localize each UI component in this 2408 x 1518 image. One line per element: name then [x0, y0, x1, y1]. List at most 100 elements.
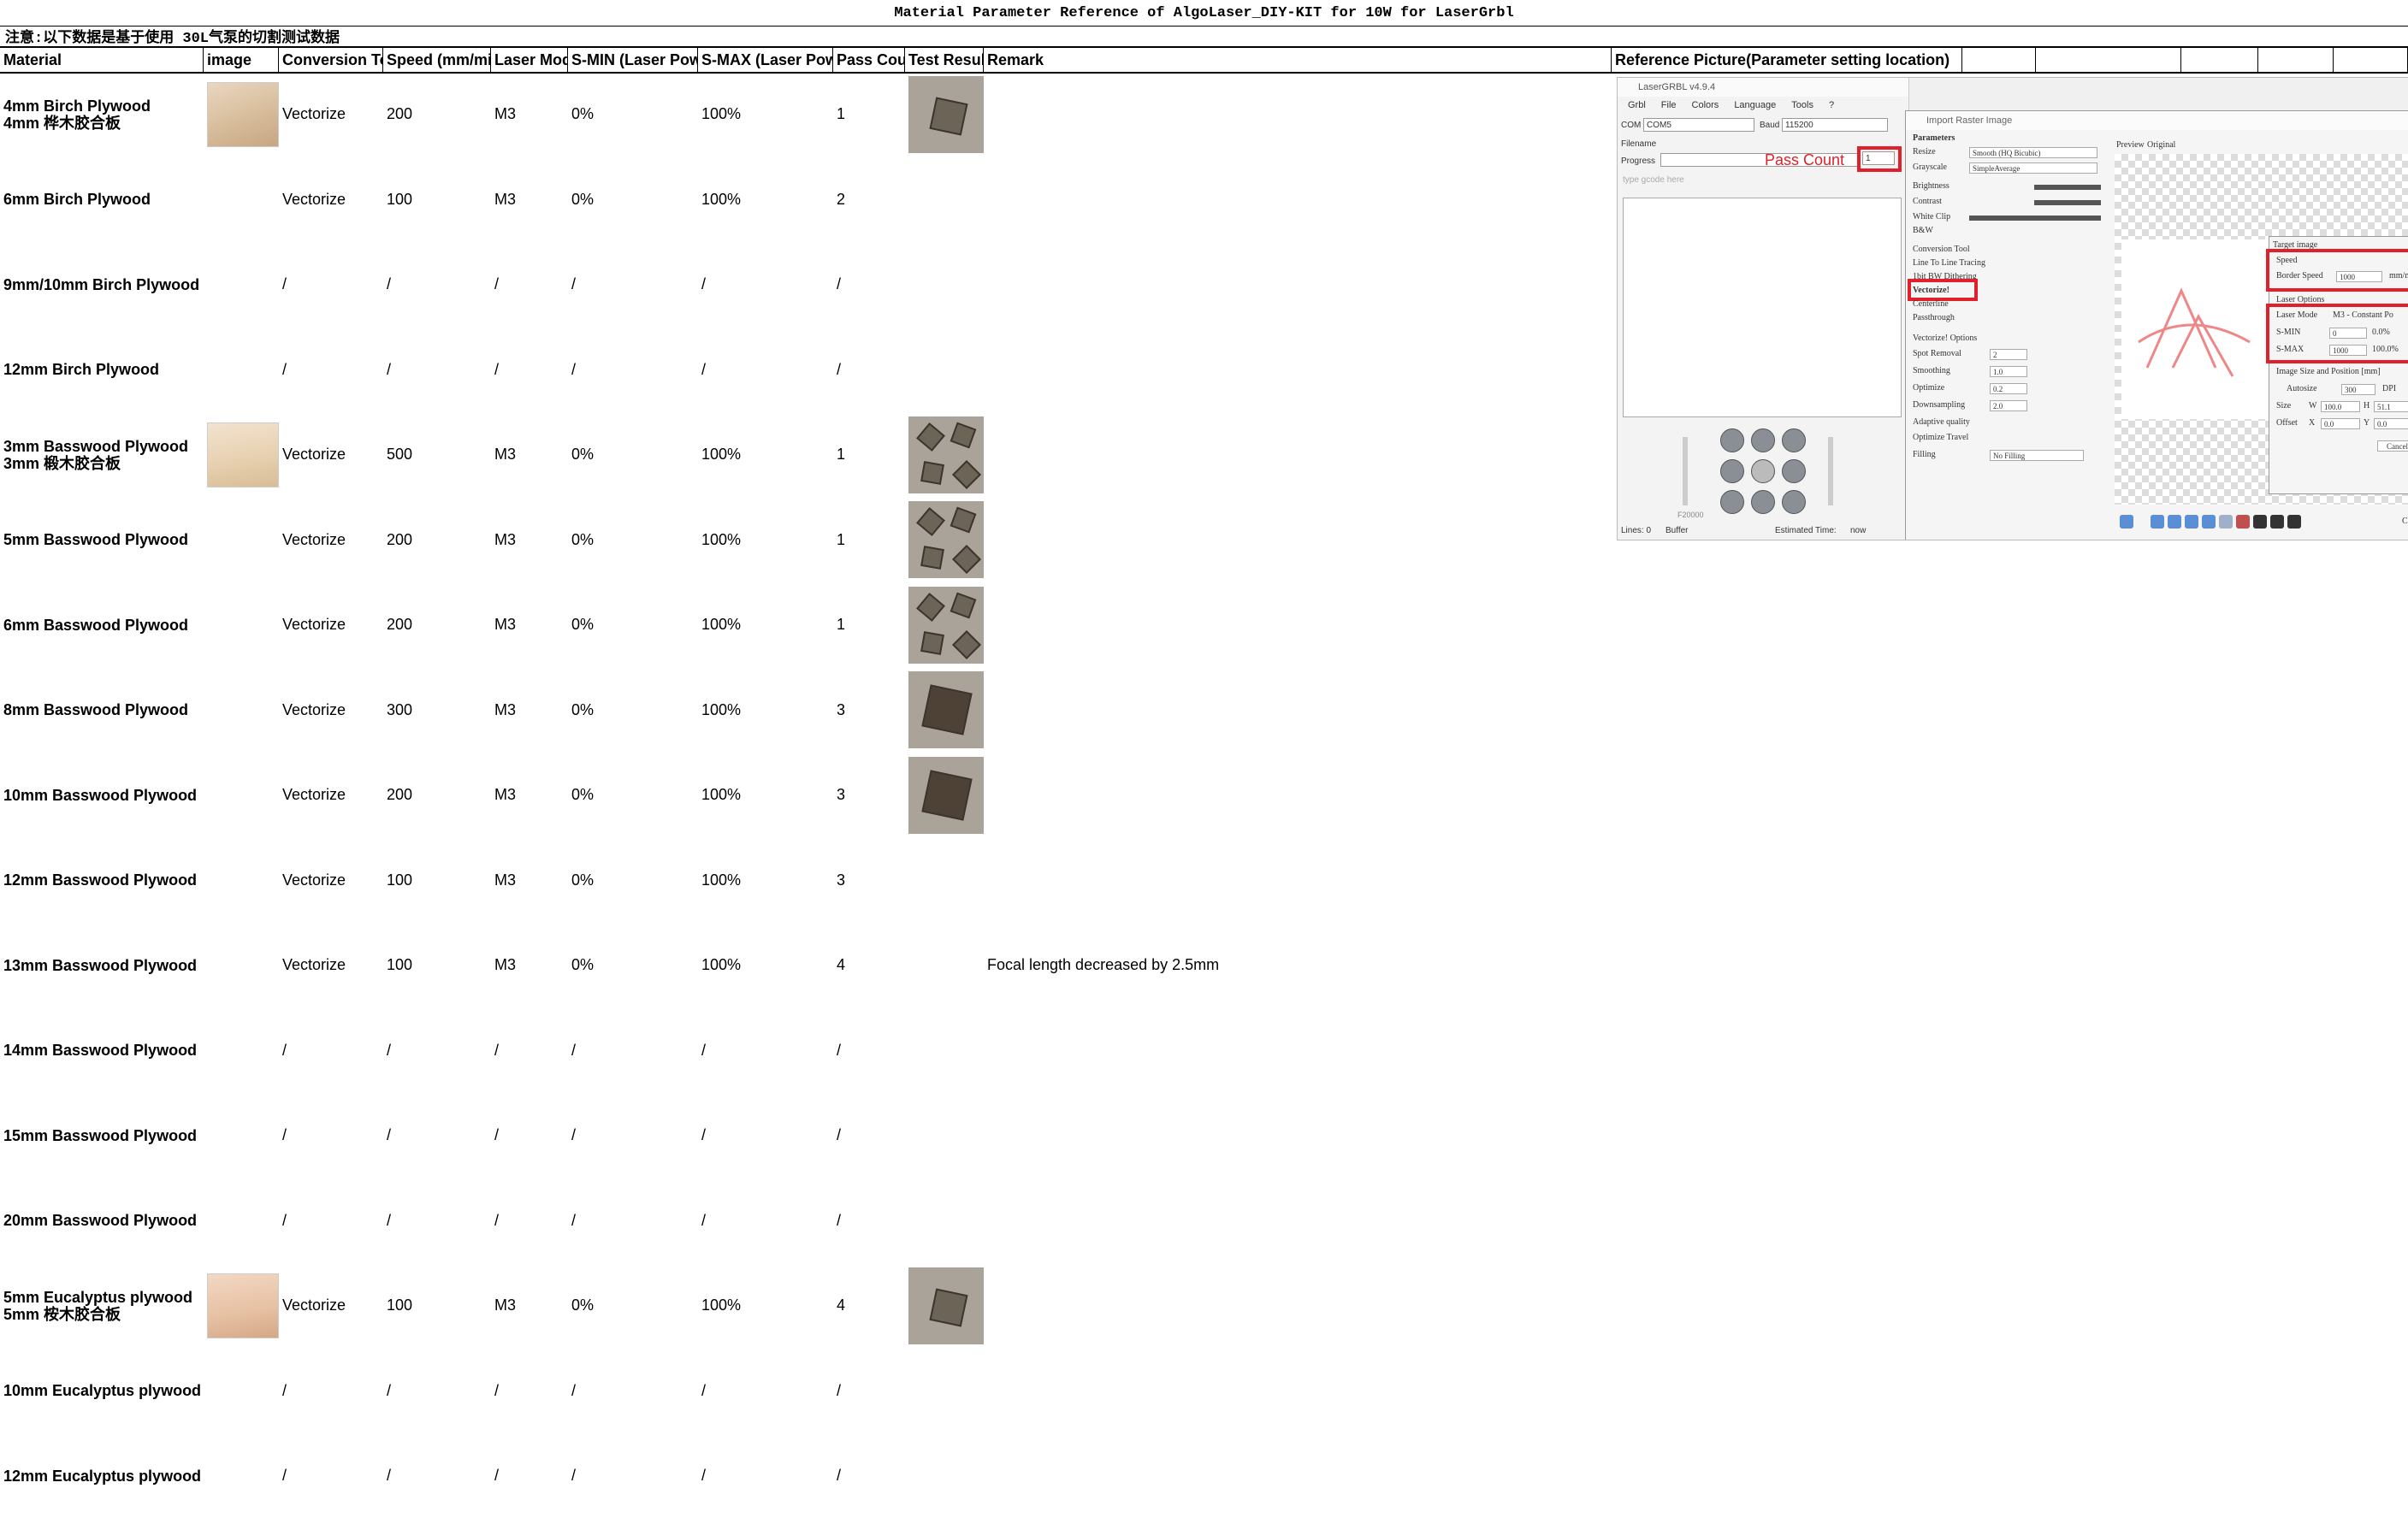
cell-test[interactable]: [905, 838, 984, 923]
header-material[interactable]: Material: [0, 48, 204, 72]
cell-smin[interactable]: /: [568, 1349, 698, 1433]
tool-centerline[interactable]: Centerline: [1913, 299, 1949, 309]
w-input[interactable]: 100.0: [2321, 401, 2360, 412]
cell-conversion[interactable]: Vectorize: [279, 668, 383, 753]
speed-slider[interactable]: [1828, 437, 1833, 505]
cell-mode[interactable]: M3: [491, 412, 568, 497]
cell-conversion[interactable]: /: [279, 1008, 383, 1093]
cell-smax[interactable]: 100%: [698, 753, 833, 837]
downsampling-input[interactable]: 2.0: [1990, 400, 2027, 411]
filling-select[interactable]: No Filling: [1990, 450, 2084, 461]
cell-material[interactable]: 3mm Basswood Plywood 3mm 椴木胶合板: [0, 412, 204, 497]
cell-material[interactable]: 8mm Basswood Plywood: [0, 668, 204, 753]
cell-test[interactable]: [905, 72, 984, 157]
y-input[interactable]: 0.0: [2374, 418, 2408, 429]
header-remark[interactable]: Remark: [984, 48, 1612, 72]
cell-image[interactable]: [204, 923, 279, 1007]
bw-checkbox[interactable]: B&W: [1913, 226, 1933, 235]
cell-material[interactable]: 12mm Basswood Plywood: [0, 838, 204, 923]
header-empty-1[interactable]: [1962, 48, 2036, 72]
cell-material[interactable]: 10mm Basswood Plywood: [0, 753, 204, 837]
jog-up-right-icon[interactable]: [1782, 428, 1806, 452]
flip-vertical-icon[interactable]: [2185, 515, 2198, 529]
menu-grbl[interactable]: Grbl: [1628, 97, 1646, 114]
cell-conversion[interactable]: /: [279, 328, 383, 412]
color-icon[interactable]: [2236, 515, 2250, 529]
cell-image[interactable]: [204, 412, 279, 497]
cell-mode[interactable]: /: [491, 1433, 568, 1518]
cell-test[interactable]: [905, 328, 984, 412]
cell-test[interactable]: [905, 753, 984, 837]
cell-mode[interactable]: /: [491, 242, 568, 327]
cell-conversion[interactable]: /: [279, 1433, 383, 1518]
cell-test[interactable]: [905, 1263, 984, 1348]
cell-material[interactable]: 20mm Basswood Plywood: [0, 1178, 204, 1263]
brightness-slider[interactable]: [2034, 185, 2101, 190]
header-laser-mode[interactable]: Laser Mod: [491, 48, 568, 72]
cell-smax[interactable]: /: [698, 1178, 833, 1263]
smax-input[interactable]: 1000: [2329, 345, 2367, 356]
cell-pass[interactable]: 1: [833, 72, 905, 157]
z-slider[interactable]: [1683, 437, 1688, 505]
header-image[interactable]: image: [204, 48, 279, 72]
menu-colors[interactable]: Colors: [1692, 97, 1719, 114]
cell-test[interactable]: [905, 1433, 984, 1518]
cell-conversion[interactable]: Vectorize: [279, 838, 383, 923]
cell-speed[interactable]: 200: [383, 582, 491, 667]
cell-conversion[interactable]: /: [279, 1093, 383, 1178]
cell-speed[interactable]: /: [383, 1433, 491, 1518]
header-speed[interactable]: Speed (mm/mi: [383, 48, 491, 72]
cell-pass[interactable]: /: [833, 1349, 905, 1433]
header-conversion[interactable]: Conversion To: [279, 48, 383, 72]
cell-test[interactable]: [905, 242, 984, 327]
cell-smax[interactable]: /: [698, 328, 833, 412]
cell-mode[interactable]: M3: [491, 923, 568, 1007]
cell-material[interactable]: 4mm Birch Plywood 4mm 桦木胶合板: [0, 72, 204, 157]
cell-conversion[interactable]: Vectorize: [279, 923, 383, 1007]
flip-horizontal-icon[interactable]: [2168, 515, 2181, 529]
cell-pass[interactable]: /: [833, 328, 905, 412]
cell-image[interactable]: [204, 582, 279, 667]
cell-conversion[interactable]: Vectorize: [279, 498, 383, 582]
tab-preview[interactable]: Preview: [2116, 140, 2145, 150]
cell-conversion[interactable]: /: [279, 1178, 383, 1263]
cell-test[interactable]: [905, 1008, 984, 1093]
rotate-right-icon[interactable]: [2151, 515, 2164, 529]
cell-test[interactable]: [905, 157, 984, 242]
cell-mode[interactable]: /: [491, 1008, 568, 1093]
cell-speed[interactable]: 200: [383, 753, 491, 837]
tab-original[interactable]: Original: [2147, 140, 2175, 150]
cell-smin[interactable]: /: [568, 1093, 698, 1178]
cell-smin[interactable]: 0%: [568, 498, 698, 582]
cell-material[interactable]: 15mm Basswood Plywood: [0, 1093, 204, 1178]
smin-input[interactable]: 0: [2329, 328, 2367, 339]
cell-remark[interactable]: [984, 498, 1612, 582]
jog-left-icon[interactable]: [1720, 459, 1744, 483]
cell-conversion[interactable]: Vectorize: [279, 72, 383, 157]
cell-smin[interactable]: 0%: [568, 923, 698, 1007]
cell-mode[interactable]: M3: [491, 72, 568, 157]
cell-pass[interactable]: /: [833, 1093, 905, 1178]
cell-image[interactable]: [204, 157, 279, 242]
jog-up-icon[interactable]: [1751, 428, 1775, 452]
cell-smin[interactable]: 0%: [568, 157, 698, 242]
cell-test[interactable]: [905, 1093, 984, 1178]
cell-pass[interactable]: 3: [833, 753, 905, 837]
cell-remark[interactable]: [984, 412, 1612, 497]
cell-pass[interactable]: 1: [833, 412, 905, 497]
cell-pass[interactable]: 3: [833, 668, 905, 753]
cell-mode[interactable]: /: [491, 328, 568, 412]
fill-icon[interactable]: [2270, 515, 2284, 529]
cell-remark[interactable]: [984, 1263, 1612, 1348]
cell-remark[interactable]: [984, 1008, 1612, 1093]
cell-remark[interactable]: [984, 838, 1612, 923]
cell-mode[interactable]: /: [491, 1349, 568, 1433]
cell-smax[interactable]: /: [698, 242, 833, 327]
cell-remark[interactable]: [984, 1093, 1612, 1178]
cell-image[interactable]: [204, 72, 279, 157]
menu-help[interactable]: ?: [1829, 97, 1834, 114]
jog-right-icon[interactable]: [1782, 459, 1806, 483]
cell-smax[interactable]: 100%: [698, 668, 833, 753]
cell-remark[interactable]: [984, 328, 1612, 412]
header-empty-5[interactable]: [2334, 48, 2408, 72]
